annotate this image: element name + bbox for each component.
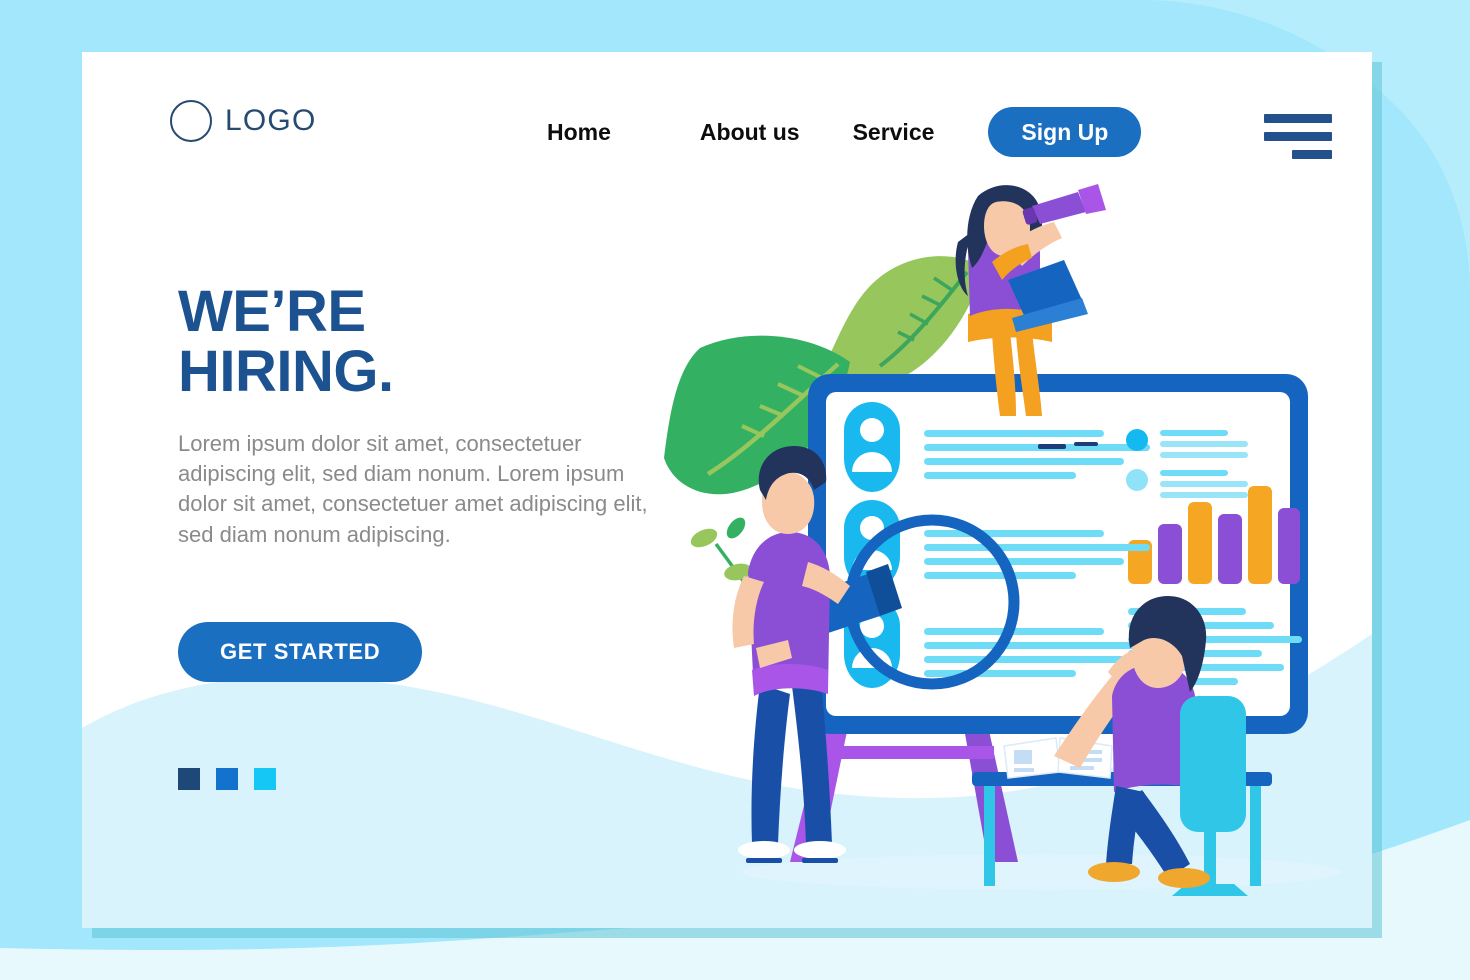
pagination-dots	[178, 768, 698, 791]
hero-section: WE’RE HIRING. Lorem ipsum dolor sit amet…	[178, 279, 698, 791]
landing-card: LOGO Home About us Service Sign Up WE’RE…	[82, 52, 1372, 928]
bar-3	[1188, 502, 1212, 584]
bar-6	[1278, 508, 1300, 584]
hero-description: Lorem ipsum dolor sit amet, consectetuer…	[178, 430, 648, 547]
get-started-button[interactable]: GET STARTED	[178, 622, 423, 683]
pagination-dot-2[interactable]	[216, 768, 238, 791]
circle-outline-icon	[170, 100, 212, 142]
logo[interactable]: LOGO	[170, 100, 317, 142]
presentation-board	[808, 374, 1308, 734]
hamburger-bar-3	[1292, 150, 1332, 159]
bar-2	[1158, 524, 1182, 584]
nav-item-about-us[interactable]: About us	[700, 119, 800, 146]
nav-item-home[interactable]: Home	[547, 119, 611, 146]
hamburger-bar-2	[1264, 132, 1332, 141]
pagination-dot-1[interactable]	[178, 768, 200, 791]
open-book	[1003, 737, 1113, 779]
sign-up-button[interactable]: Sign Up	[988, 107, 1142, 158]
bar-4	[1218, 514, 1242, 584]
hamburger-menu-icon[interactable]	[1264, 114, 1332, 159]
hamburger-bar-1	[1264, 114, 1332, 123]
bar-5	[1248, 486, 1272, 584]
hiring-recruitment-illustration	[612, 172, 1372, 928]
nav-item-service[interactable]: Service	[853, 119, 935, 146]
site-header: LOGO Home About us Service Sign Up	[82, 52, 1372, 202]
page-title: WE’RE HIRING.	[178, 279, 394, 405]
board-avatar-1	[844, 402, 900, 492]
logo-text: LOGO	[225, 104, 317, 137]
main-navigation: Home About us Service Sign Up	[547, 107, 1142, 158]
pagination-dot-3[interactable]	[254, 768, 276, 791]
